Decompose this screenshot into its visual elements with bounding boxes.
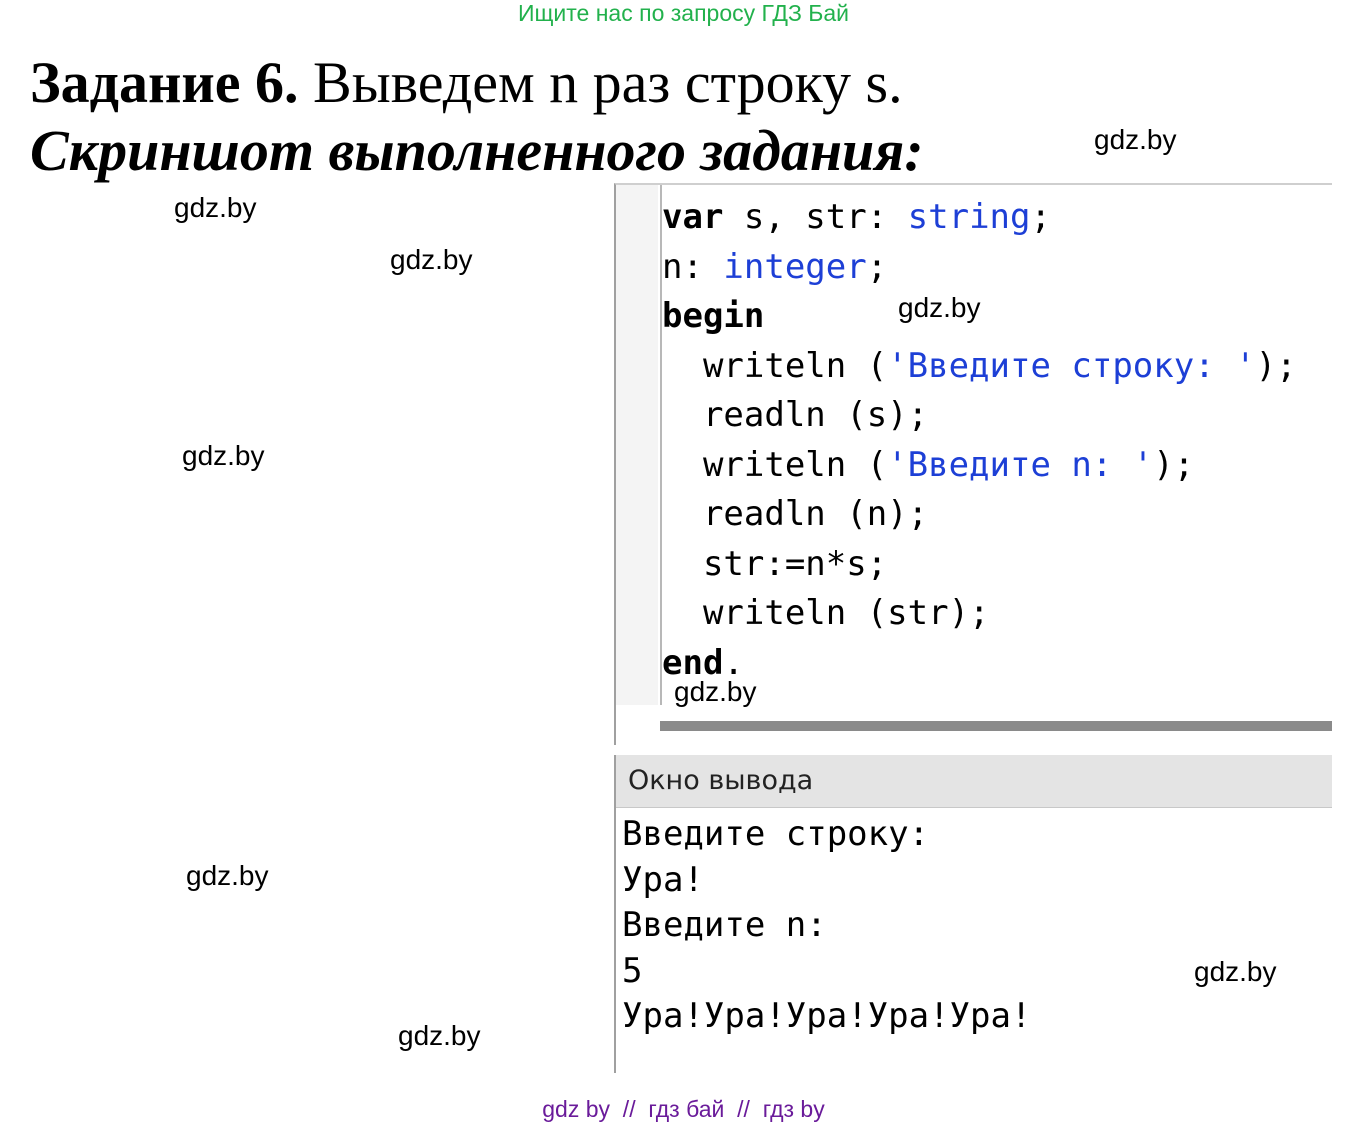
code-keyword: begin — [662, 296, 765, 336]
task-description: Выведем n раз строку s. — [298, 50, 903, 115]
code-token: writeln (str); — [662, 593, 990, 633]
code-line[interactable]: n: integer; — [662, 243, 1297, 293]
output-window-title: Окно вывода — [616, 755, 1332, 808]
code-token: s, str: — [723, 197, 908, 237]
code-line[interactable]: writeln ('Введите строку: '); — [662, 342, 1297, 392]
code-token: readln (n); — [662, 494, 929, 534]
code-token: readln (s); — [662, 395, 929, 435]
footer-links[interactable]: gdz by // гдз бай // гдз by — [0, 1094, 1367, 1124]
code-line[interactable]: end. — [662, 639, 1297, 689]
code-token: writeln ( — [662, 444, 888, 485]
watermark: gdz.by — [1194, 956, 1277, 987]
output-line: Введите n: — [622, 905, 827, 945]
code-token: n: — [662, 246, 724, 287]
code-line[interactable]: var s, str: string; — [662, 193, 1297, 243]
code-token: ); — [1153, 444, 1195, 485]
code-token: writeln ( — [662, 345, 888, 386]
watermark: gdz.by — [390, 244, 473, 275]
screenshot-caption: Скриншот выполненного задания: — [30, 118, 924, 183]
output-line: Введите строку: — [622, 814, 930, 854]
output-window: Окно вывода Введите строку: Ура! Введите n… — [614, 755, 1332, 1073]
task-label: Задание 6. — [30, 50, 299, 115]
code-type-or-string: 'Введите строку: ' — [887, 345, 1256, 386]
code-type-or-string: 'Введите n: ' — [887, 444, 1154, 485]
code-line[interactable]: readln (s); — [662, 391, 1297, 441]
watermark: gdz.by — [898, 292, 981, 323]
horizontal-scrollbar[interactable] — [660, 721, 1332, 731]
watermark: gdz.by — [398, 1020, 481, 1051]
code-type-or-string: string — [907, 197, 1031, 237]
output-line: Ура! — [622, 859, 704, 900]
code-token: str:=n*s; — [662, 543, 888, 584]
code-line[interactable]: readln (n); — [662, 490, 1297, 540]
top-banner[interactable]: Ищите нас по запросу ГДЗ Бай — [0, 0, 1367, 26]
watermark: gdz.by — [1094, 124, 1177, 155]
code-type-or-string: integer — [723, 246, 867, 287]
editor-gutter — [616, 185, 658, 705]
source-code[interactable]: var s, str: string; n: integer; begin writ… — [662, 193, 1297, 688]
code-token: ); — [1255, 345, 1297, 386]
watermark: gdz.by — [186, 860, 269, 891]
code-keyword: var — [662, 197, 724, 237]
watermark: gdz.by — [174, 192, 257, 223]
watermark: gdz.by — [182, 440, 265, 471]
code-line[interactable]: writeln (str); — [662, 589, 1297, 639]
watermark: gdz.by — [674, 676, 757, 707]
output-text: Введите строку: Ура! Введите n: 5 Ура!Ура!Ур… — [616, 808, 1332, 1040]
output-line: Ура!Ура!Ура!Ура!Ура! — [622, 996, 1032, 1036]
code-token: ; — [1030, 197, 1051, 237]
code-line[interactable]: str:=n*s; — [662, 540, 1297, 590]
task-heading: Задание 6. Выведем n раз строку s. — [30, 50, 903, 116]
code-token: ; — [866, 246, 888, 287]
code-editor[interactable]: var s, str: string; n: integer; begin writ… — [614, 183, 1332, 745]
code-line[interactable]: writeln ('Введите n: '); — [662, 441, 1297, 491]
